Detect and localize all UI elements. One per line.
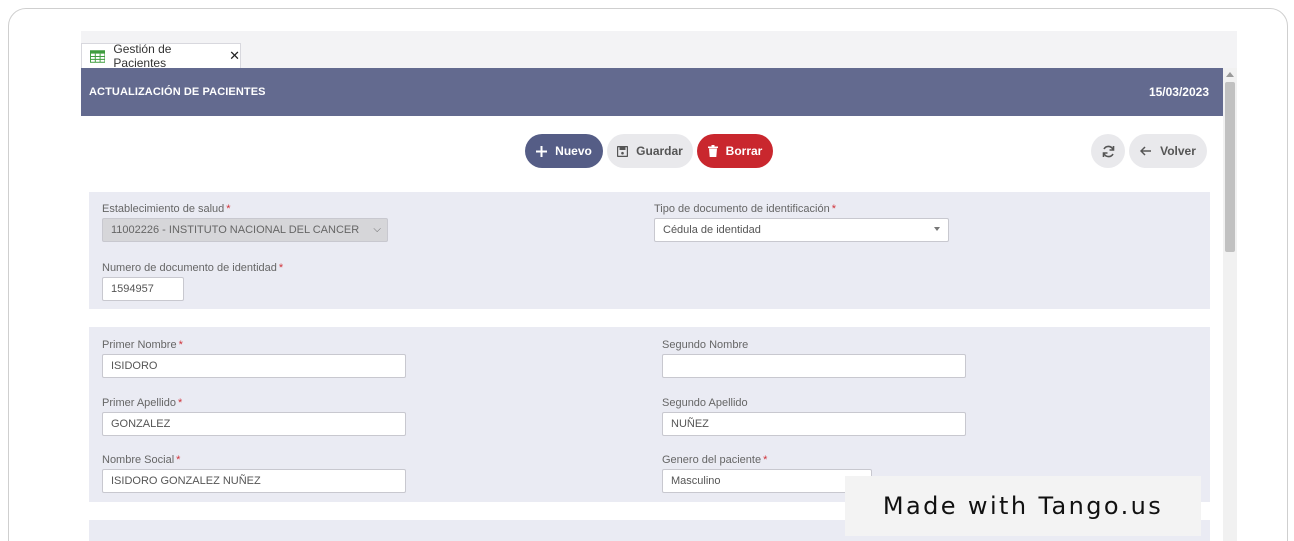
segundo-apellido-label: Segundo Apellido [662,397,748,409]
volver-button[interactable]: Volver [1129,134,1207,168]
guardar-button[interactable]: Guardar [607,134,693,168]
table-icon [90,49,106,63]
establecimiento-label: Establecimiento de salud * [102,203,231,215]
tipo-documento-select[interactable]: Cédula de identidad [654,218,949,242]
segundo-nombre-input[interactable] [662,354,966,378]
scroll-up-icon[interactable] [1226,72,1234,77]
vertical-scrollbar[interactable] [1223,68,1237,541]
segundo-apellido-input[interactable]: NUÑEZ [662,412,966,436]
tab-label: Gestión de Pacientes [113,42,172,70]
nombre-social-input[interactable]: ISIDORO GONZALEZ NUÑEZ [102,469,406,493]
segundo-apellido-field: Segundo Apellido NUÑEZ [662,397,966,436]
genero-select[interactable]: Masculino [662,469,872,493]
genero-label: Genero del paciente * [662,454,768,466]
refresh-icon [1102,145,1114,157]
trash-icon [707,145,718,157]
tango-watermark: Made with Tango.us [845,476,1201,536]
primer-nombre-label: Primer Nombre * [102,339,183,351]
tipo-documento-field: Tipo de documento de identificación * Céd… [654,203,949,242]
primer-nombre-input[interactable]: ISIDORO [102,354,406,378]
plus-icon [536,145,548,157]
numero-documento-label: Numero de documento de identidad * [102,262,284,274]
numero-documento-field: Numero de documento de identidad * 159495… [102,262,284,301]
segundo-nombre-field: Segundo Nombre [662,339,966,378]
tab-gestion-pacientes[interactable]: Gestión de Pacientes ✕ [81,42,241,70]
page-title: ACTUALIZACIÓN DE PACIENTES [89,86,266,98]
establecimiento-select[interactable]: 11002226 - INSTITUTO NACIONAL DEL CANCER… [102,218,388,242]
volver-label: Volver [1160,144,1196,158]
close-icon[interactable]: ✕ [229,48,240,64]
primer-apellido-label: Primer Apellido * [102,397,183,409]
tipo-documento-label: Tipo de documento de identificación * [654,203,836,215]
establecimiento-field: Establecimiento de salud * 11002226 - INS… [102,203,388,242]
app-window: Gestión de Pacientes ✕ ACTUALIZACIÓN DE … [81,31,1237,541]
screenshot-frame: Gestión de Pacientes ✕ ACTUALIZACIÓN DE … [8,8,1288,541]
arrow-left-icon [1140,146,1152,156]
primer-nombre-field: Primer Nombre * ISIDORO [102,339,406,378]
chevron-down-icon: ⌵ [373,224,381,235]
borrar-button[interactable]: Borrar [697,134,773,168]
caret-down-icon [934,227,940,231]
page-header: ACTUALIZACIÓN DE PACIENTES 15/03/2023 [81,68,1223,116]
genero-field: Genero del paciente * Masculino [662,454,872,493]
scrollbar-thumb[interactable] [1225,82,1235,252]
primer-apellido-input[interactable]: GONZALEZ [102,412,406,436]
guardar-label: Guardar [636,144,683,158]
borrar-label: Borrar [725,144,763,158]
refresh-button[interactable] [1091,134,1125,168]
identification-section: Establecimiento de salud * 11002226 - INS… [89,192,1210,309]
nuevo-label: Nuevo [555,144,592,158]
numero-documento-input[interactable]: 1594957 [102,277,184,301]
save-icon [617,145,629,157]
nombre-social-label: Nombre Social * [102,454,181,466]
nuevo-button[interactable]: Nuevo [525,134,603,168]
segundo-nombre-label: Segundo Nombre [662,339,749,351]
header-date: 15/03/2023 [1148,85,1209,99]
nombre-social-field: Nombre Social * ISIDORO GONZALEZ NUÑEZ [102,454,406,493]
primer-apellido-field: Primer Apellido * GONZALEZ [102,397,406,436]
tab-bar: Gestión de Pacientes ✕ [81,31,1237,70]
